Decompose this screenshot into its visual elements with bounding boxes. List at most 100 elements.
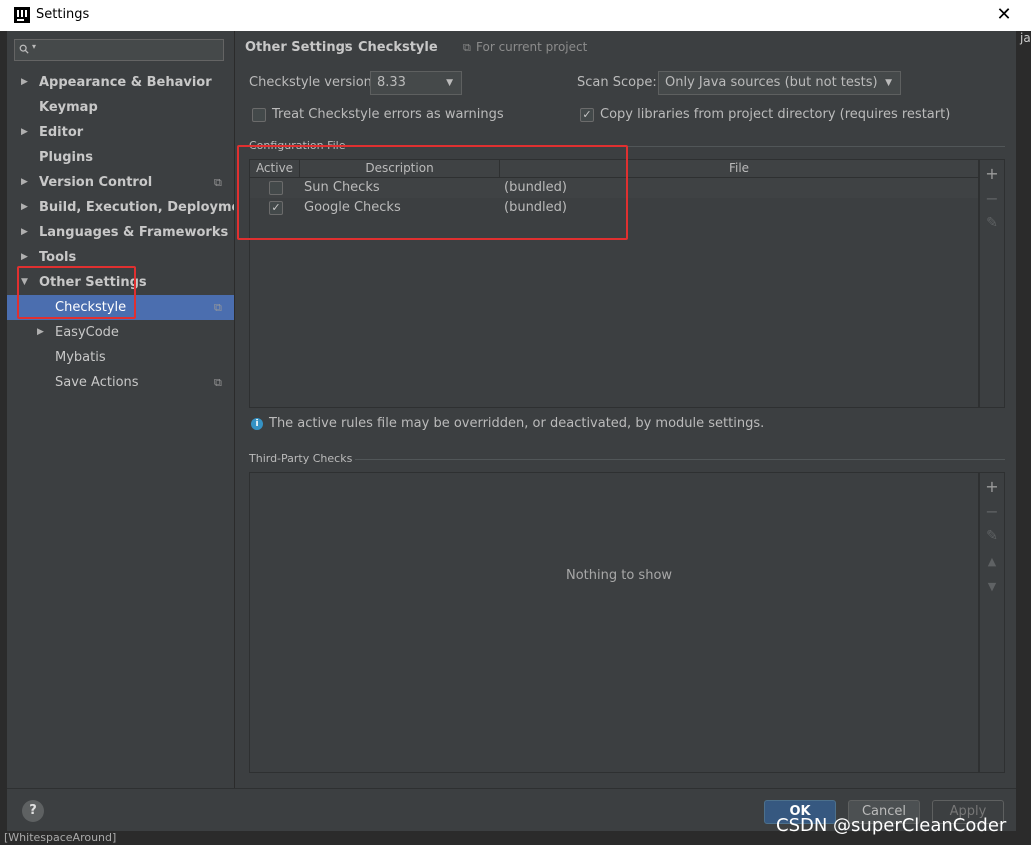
sidebar-item-label: Mybatis: [55, 350, 106, 365]
configuration-toolbar: + − ✎: [979, 159, 1005, 408]
sidebar-item-label: Version Control: [39, 175, 153, 190]
info-icon: i: [251, 418, 263, 430]
row-active-checkbox[interactable]: ✓: [269, 201, 283, 215]
configuration-file-table: Active Description File Sun Checks (bund…: [249, 159, 979, 408]
row-file: (bundled): [504, 180, 567, 195]
sidebar-item-label: Editor: [39, 125, 84, 140]
search-dropdown-caret-icon[interactable]: ▾: [32, 42, 36, 51]
chevron-right-icon[interactable]: ▶: [21, 220, 31, 245]
third-party-checks-title: Third-Party Checks: [249, 452, 353, 465]
chevron-right-icon[interactable]: ▶: [21, 195, 31, 220]
sidebar-item-label: Save Actions: [55, 375, 139, 390]
scan-scope-value: Only Java sources (but not tests): [665, 75, 878, 90]
sidebar-item-label: Keymap: [39, 100, 98, 115]
background-editor-text: ja: [1020, 31, 1031, 45]
sidebar-item-version-control[interactable]: ▶ Version Control ⧉: [7, 170, 234, 195]
search-icon: [19, 44, 29, 54]
sidebar-item-save-actions[interactable]: Save Actions ⧉: [7, 370, 234, 395]
column-header-description[interactable]: Description: [300, 160, 500, 177]
window-title: Settings: [36, 7, 90, 22]
sidebar-item-label: Tools: [39, 250, 77, 265]
sidebar-item-label: Checkstyle: [55, 300, 127, 315]
chevron-right-icon[interactable]: ▶: [21, 70, 31, 95]
checkstyle-version-value: 8.33: [377, 75, 406, 90]
copy-libraries-checkbox[interactable]: ✓: [580, 108, 594, 122]
move-up-icon[interactable]: ▲: [982, 555, 1002, 568]
chevron-down-icon: ▼: [885, 78, 892, 88]
chevron-down-icon[interactable]: ▼: [21, 270, 31, 295]
add-icon[interactable]: +: [982, 477, 1002, 496]
background-editor-left: [0, 31, 7, 831]
sidebar-item-label: Appearance & Behavior: [39, 75, 212, 90]
chevron-right-icon[interactable]: ▶: [21, 245, 31, 270]
sidebar-item-easycode[interactable]: ▶ EasyCode: [7, 320, 234, 345]
copy-libraries-label[interactable]: Copy libraries from project directory (r…: [600, 107, 950, 122]
chevron-down-icon: ▼: [446, 78, 453, 88]
project-scope-icon: ⧉: [214, 376, 222, 389]
column-header-file[interactable]: File: [500, 160, 978, 177]
project-scope-icon: ⧉: [463, 41, 471, 54]
section-divider: [355, 459, 1005, 460]
sidebar-item-editor[interactable]: ▶ Editor: [7, 120, 234, 145]
chevron-right-icon[interactable]: ▶: [37, 320, 47, 345]
move-down-icon[interactable]: ▼: [982, 580, 1002, 593]
project-scope-icon: ⧉: [214, 176, 222, 189]
sidebar-item-mybatis[interactable]: Mybatis: [7, 345, 234, 370]
project-scope-icon: ⧉: [214, 301, 222, 314]
intellij-app-icon: [14, 7, 30, 23]
title-bar: Settings ✕: [0, 0, 1031, 31]
sidebar-item-plugins[interactable]: Plugins: [7, 145, 234, 170]
sidebar-item-tools[interactable]: ▶ Tools: [7, 245, 234, 270]
empty-state-text: Nothing to show: [566, 568, 673, 583]
breadcrumb-separator: ›: [344, 39, 350, 54]
table-header: Active Description File: [250, 160, 978, 178]
scan-scope-select[interactable]: Only Java sources (but not tests) ▼: [658, 71, 901, 95]
chevron-right-icon[interactable]: ▶: [21, 170, 31, 195]
sidebar-item-label: Languages & Frameworks: [39, 225, 229, 240]
row-file: (bundled): [504, 200, 567, 215]
settings-search-field[interactable]: ▾: [14, 39, 225, 61]
checkstyle-version-select[interactable]: 8.33 ▼: [370, 71, 462, 95]
row-active-checkbox[interactable]: [269, 181, 283, 195]
sidebar-item-label: Plugins: [39, 150, 93, 165]
settings-sidebar: ▾ ▶ Appearance & Behavior Keymap ▶ Editor Plu…: [7, 31, 256, 788]
remove-icon[interactable]: −: [982, 502, 1002, 521]
settings-content: Other Settings › Checkstyle ⧉ For curren…: [234, 31, 1016, 788]
sidebar-item-keymap[interactable]: Keymap: [7, 95, 234, 120]
configuration-file-title: Configuration File: [249, 139, 346, 152]
table-row[interactable]: Sun Checks (bundled): [250, 178, 978, 198]
add-icon[interactable]: +: [982, 164, 1002, 183]
sidebar-item-build-execution-deployment[interactable]: ▶ Build, Execution, Deployment: [7, 195, 256, 220]
scan-scope-label: Scan Scope:: [577, 75, 657, 90]
sidebar-item-checkstyle[interactable]: Checkstyle ⧉: [7, 295, 234, 320]
sidebar-item-other-settings[interactable]: ▼ Other Settings: [7, 270, 234, 295]
search-input[interactable]: [41, 41, 225, 61]
sidebar-item-label: Build, Execution, Deployment: [39, 200, 256, 215]
checkstyle-version-label: Checkstyle version:: [249, 75, 377, 90]
remove-icon[interactable]: −: [982, 189, 1002, 208]
treat-errors-label[interactable]: Treat Checkstyle errors as warnings: [272, 107, 504, 122]
background-editor-text: [WhitespaceAround]: [4, 831, 117, 844]
watermark-text: CSDN @superCleanCoder: [776, 815, 1007, 836]
background-editor-right: ja: [1016, 31, 1031, 831]
edit-icon[interactable]: ✎: [982, 215, 1002, 231]
breadcrumb-current: Checkstyle: [358, 40, 438, 55]
scope-note: For current project: [476, 40, 588, 54]
row-description: Google Checks: [304, 200, 401, 215]
sidebar-item-languages-frameworks[interactable]: ▶ Languages & Frameworks: [7, 220, 234, 245]
third-party-toolbar: + − ✎ ▲ ▼: [979, 472, 1005, 773]
help-button[interactable]: ?: [22, 800, 44, 822]
table-row[interactable]: ✓ Google Checks (bundled): [250, 198, 978, 218]
treat-errors-checkbox[interactable]: [252, 108, 266, 122]
section-divider: [353, 146, 1005, 147]
edit-icon[interactable]: ✎: [982, 528, 1002, 544]
sidebar-item-label: EasyCode: [55, 325, 119, 340]
chevron-right-icon[interactable]: ▶: [21, 120, 31, 145]
breadcrumb-parent[interactable]: Other Settings: [245, 40, 353, 55]
row-description: Sun Checks: [304, 180, 380, 195]
sidebar-item-appearance-behavior[interactable]: ▶ Appearance & Behavior: [7, 70, 234, 95]
column-header-active[interactable]: Active: [250, 160, 300, 177]
third-party-checks-list: Nothing to show: [249, 472, 979, 773]
override-info-text: The active rules file may be overridden,…: [269, 416, 765, 431]
close-icon[interactable]: ✕: [993, 3, 1015, 27]
